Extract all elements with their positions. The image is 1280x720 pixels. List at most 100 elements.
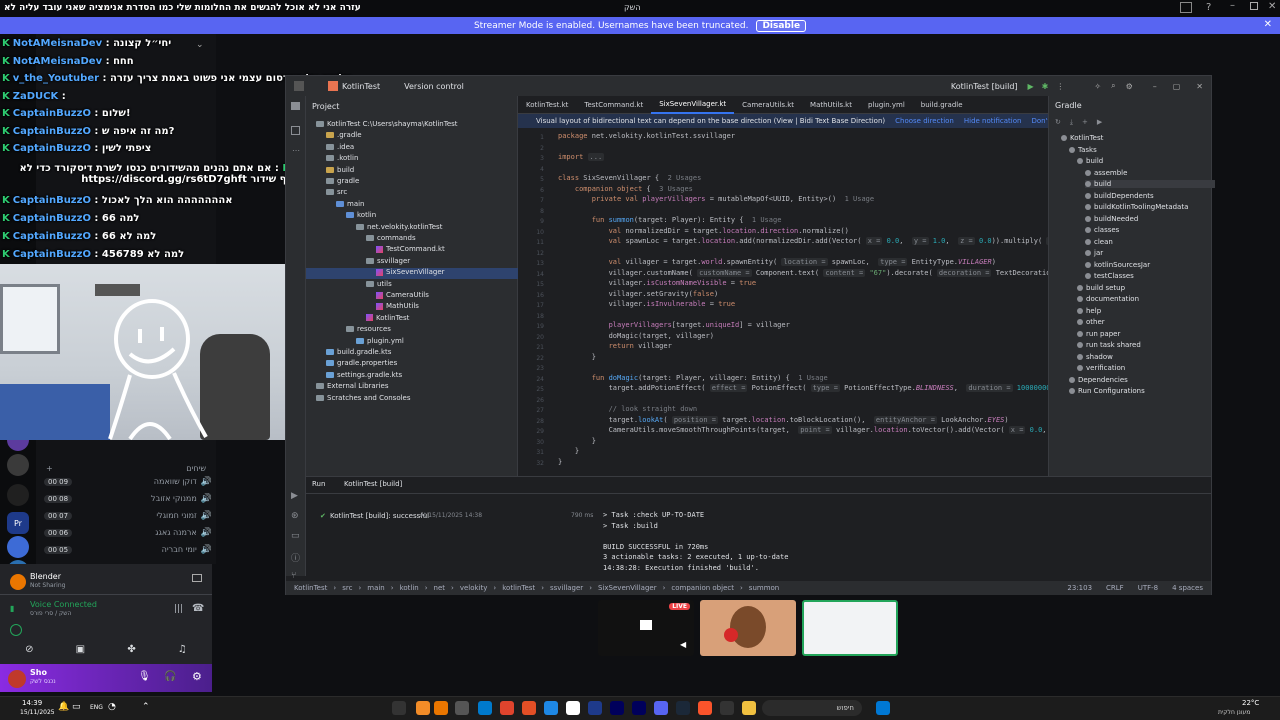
gradle-node[interactable]: classes bbox=[1085, 226, 1119, 234]
voice-channel-item[interactable]: 🔊 ממנוקי אזובל 00 08 bbox=[44, 491, 212, 507]
tree-node[interactable]: Scratches and Consoles bbox=[316, 394, 411, 402]
tree-node[interactable]: ssvillager bbox=[366, 257, 410, 265]
gradle-node[interactable]: Tasks bbox=[1069, 146, 1097, 154]
clock-time[interactable]: 14:39 bbox=[22, 699, 42, 707]
stream-thumbnail[interactable]: LIVE ◀ bbox=[598, 600, 694, 656]
project-switcher[interactable]: KotlinTest bbox=[342, 82, 380, 91]
gradle-node[interactable]: KotlinTest bbox=[1061, 134, 1103, 142]
run-tab[interactable]: KotlinTest [build] bbox=[344, 480, 402, 488]
tree-node[interactable]: net.velokity.kotlinTest bbox=[356, 223, 442, 231]
server-icon[interactable] bbox=[7, 454, 29, 476]
status-item[interactable]: 23:103 bbox=[1067, 584, 1092, 592]
server-icon[interactable] bbox=[7, 484, 29, 506]
gradle-node[interactable]: assemble bbox=[1085, 169, 1127, 177]
tree-node[interactable]: SixSevenVillager bbox=[376, 268, 445, 276]
premiere-icon[interactable] bbox=[632, 701, 646, 715]
code-editor[interactable]: 1 2 3 4 5 6 7 8 9 10 11 12 13 14 15 16 17 18 19 20 21 22 23 24 2… bbox=[518, 128, 1048, 471]
chat-username[interactable]: CaptainBuzzO bbox=[13, 108, 91, 119]
gradle-node[interactable]: verification bbox=[1077, 364, 1125, 372]
add-channel-icon[interactable]: + bbox=[46, 464, 53, 473]
voice-connected-label[interactable]: Voice Connected bbox=[30, 600, 97, 609]
after-effects-icon[interactable] bbox=[610, 701, 624, 715]
gradle-node[interactable]: Dependencies bbox=[1069, 376, 1128, 384]
search-icon[interactable]: ⌕ bbox=[1111, 81, 1115, 91]
dont-show-link[interactable]: Don't show again bbox=[1031, 117, 1048, 125]
inbox-icon[interactable] bbox=[1180, 2, 1192, 13]
breadcrumb-item[interactable]: net bbox=[434, 584, 446, 592]
participant-tile-speaking[interactable] bbox=[802, 600, 898, 656]
editor-tab[interactable]: TestCommand.kt bbox=[576, 96, 651, 114]
app-icon[interactable] bbox=[720, 701, 734, 715]
ide-close-icon[interactable]: ✕ bbox=[1196, 82, 1203, 91]
hide-notification-link[interactable]: Hide notification bbox=[964, 117, 1022, 125]
tree-node[interactable]: build.gradle.kts bbox=[326, 348, 391, 356]
structure-icon[interactable] bbox=[291, 126, 300, 135]
choose-direction-link[interactable]: Choose direction bbox=[895, 117, 954, 125]
services-icon[interactable]: ⊛ bbox=[291, 511, 299, 521]
screen-share-button-icon[interactable]: ▣ bbox=[76, 644, 85, 655]
run-item[interactable]: KotlinTest [build]: successful bbox=[330, 512, 429, 520]
status-item[interactable]: UTF-8 bbox=[1138, 584, 1158, 592]
tree-node[interactable]: TestCommand.kt bbox=[376, 245, 445, 253]
breadcrumb-item[interactable]: kotlinTest bbox=[502, 584, 535, 592]
help-icon[interactable]: ? bbox=[1206, 2, 1211, 13]
disable-button[interactable]: Disable bbox=[756, 19, 807, 32]
tree-node[interactable]: src bbox=[326, 188, 347, 196]
editor-tab[interactable]: CameraUtils.kt bbox=[734, 96, 802, 114]
gradle-node[interactable]: shadow bbox=[1077, 353, 1113, 361]
breadcrumb-item[interactable]: KotlinTest bbox=[294, 584, 327, 592]
activities-icon[interactable]: ✤ bbox=[127, 644, 135, 655]
chat-username[interactable]: ZaDUCK bbox=[13, 91, 59, 102]
gradle-node[interactable]: buildNeeded bbox=[1085, 215, 1138, 223]
gradle-node[interactable]: other bbox=[1077, 318, 1105, 326]
run-icon[interactable]: ▶ bbox=[1028, 82, 1034, 91]
voice-channel-item[interactable]: 🔊 ארמנה גאגג 00 06 bbox=[44, 525, 212, 541]
ide-minimize-icon[interactable]: – bbox=[1153, 82, 1157, 91]
tree-node[interactable]: gradle bbox=[326, 177, 359, 185]
run-tool-icon[interactable]: ▶ bbox=[291, 491, 298, 501]
search-box[interactable]: חיפוש bbox=[762, 700, 862, 716]
breadcrumb-item[interactable]: companion object bbox=[671, 584, 734, 592]
tree-node[interactable]: .kotlin bbox=[326, 154, 358, 162]
run-config-select[interactable]: KotlinTest [build] bbox=[951, 82, 1018, 91]
chevron-up-icon[interactable]: ⌃ bbox=[142, 702, 150, 712]
mic-icon[interactable]: 🎙 bbox=[138, 671, 151, 682]
terminal-icon[interactable]: ▭ bbox=[291, 531, 300, 541]
disconnect-icon[interactable]: ☎ bbox=[192, 603, 204, 614]
server-icon[interactable] bbox=[7, 536, 29, 558]
chat-username[interactable]: CaptainBuzzO bbox=[13, 213, 91, 224]
tree-node[interactable]: CameraUtils bbox=[376, 291, 429, 299]
close-icon[interactable]: ✕ bbox=[1268, 1, 1276, 12]
editor-tab[interactable]: KotlinTest.kt bbox=[518, 96, 576, 114]
gradle-node[interactable]: kotlinSourcesJar bbox=[1085, 261, 1150, 269]
battery-icon[interactable]: ▭ bbox=[72, 702, 81, 712]
tree-node[interactable]: plugin.yml bbox=[356, 337, 404, 345]
gradle-node[interactable]: build bbox=[1085, 180, 1215, 188]
chat-username[interactable]: NotAMeisnaDev bbox=[13, 56, 102, 67]
tree-node[interactable]: MathUtils bbox=[376, 302, 419, 310]
gradle-node[interactable]: run task shared bbox=[1077, 341, 1141, 349]
weather-temp[interactable]: 22°C bbox=[1242, 699, 1259, 707]
tree-node[interactable]: build bbox=[326, 166, 354, 174]
run-task-icon[interactable]: ▶ bbox=[1097, 118, 1102, 128]
app-icon[interactable] bbox=[392, 701, 406, 715]
tree-node[interactable]: gradle.properties bbox=[326, 359, 397, 367]
speaker-icon[interactable]: ◀ bbox=[680, 640, 686, 649]
ai-assistant-icon[interactable]: ✧ bbox=[1094, 82, 1101, 91]
gradle-node[interactable]: buildKotlinToolingMetadata bbox=[1085, 203, 1188, 211]
gradle-node[interactable]: help bbox=[1077, 307, 1101, 315]
breadcrumb-item[interactable]: src bbox=[342, 584, 352, 592]
app-icon[interactable] bbox=[455, 701, 469, 715]
clock-date[interactable]: 15/11/2025 bbox=[20, 709, 55, 716]
app-icon[interactable] bbox=[588, 701, 602, 715]
git-icon[interactable]: ⑂ bbox=[291, 571, 296, 581]
avatar[interactable] bbox=[8, 670, 26, 688]
chat-username[interactable]: CaptainBuzzO bbox=[13, 231, 91, 242]
noise-icon[interactable]: ||| bbox=[174, 604, 183, 614]
tree-node[interactable]: commands bbox=[366, 234, 416, 242]
tree-node[interactable]: resources bbox=[346, 325, 391, 333]
breadcrumb-item[interactable]: kotlin bbox=[400, 584, 419, 592]
gradle-node[interactable]: build bbox=[1077, 157, 1103, 165]
browser-icon[interactable] bbox=[522, 701, 536, 715]
refresh-icon[interactable]: ↻ bbox=[1055, 118, 1061, 128]
